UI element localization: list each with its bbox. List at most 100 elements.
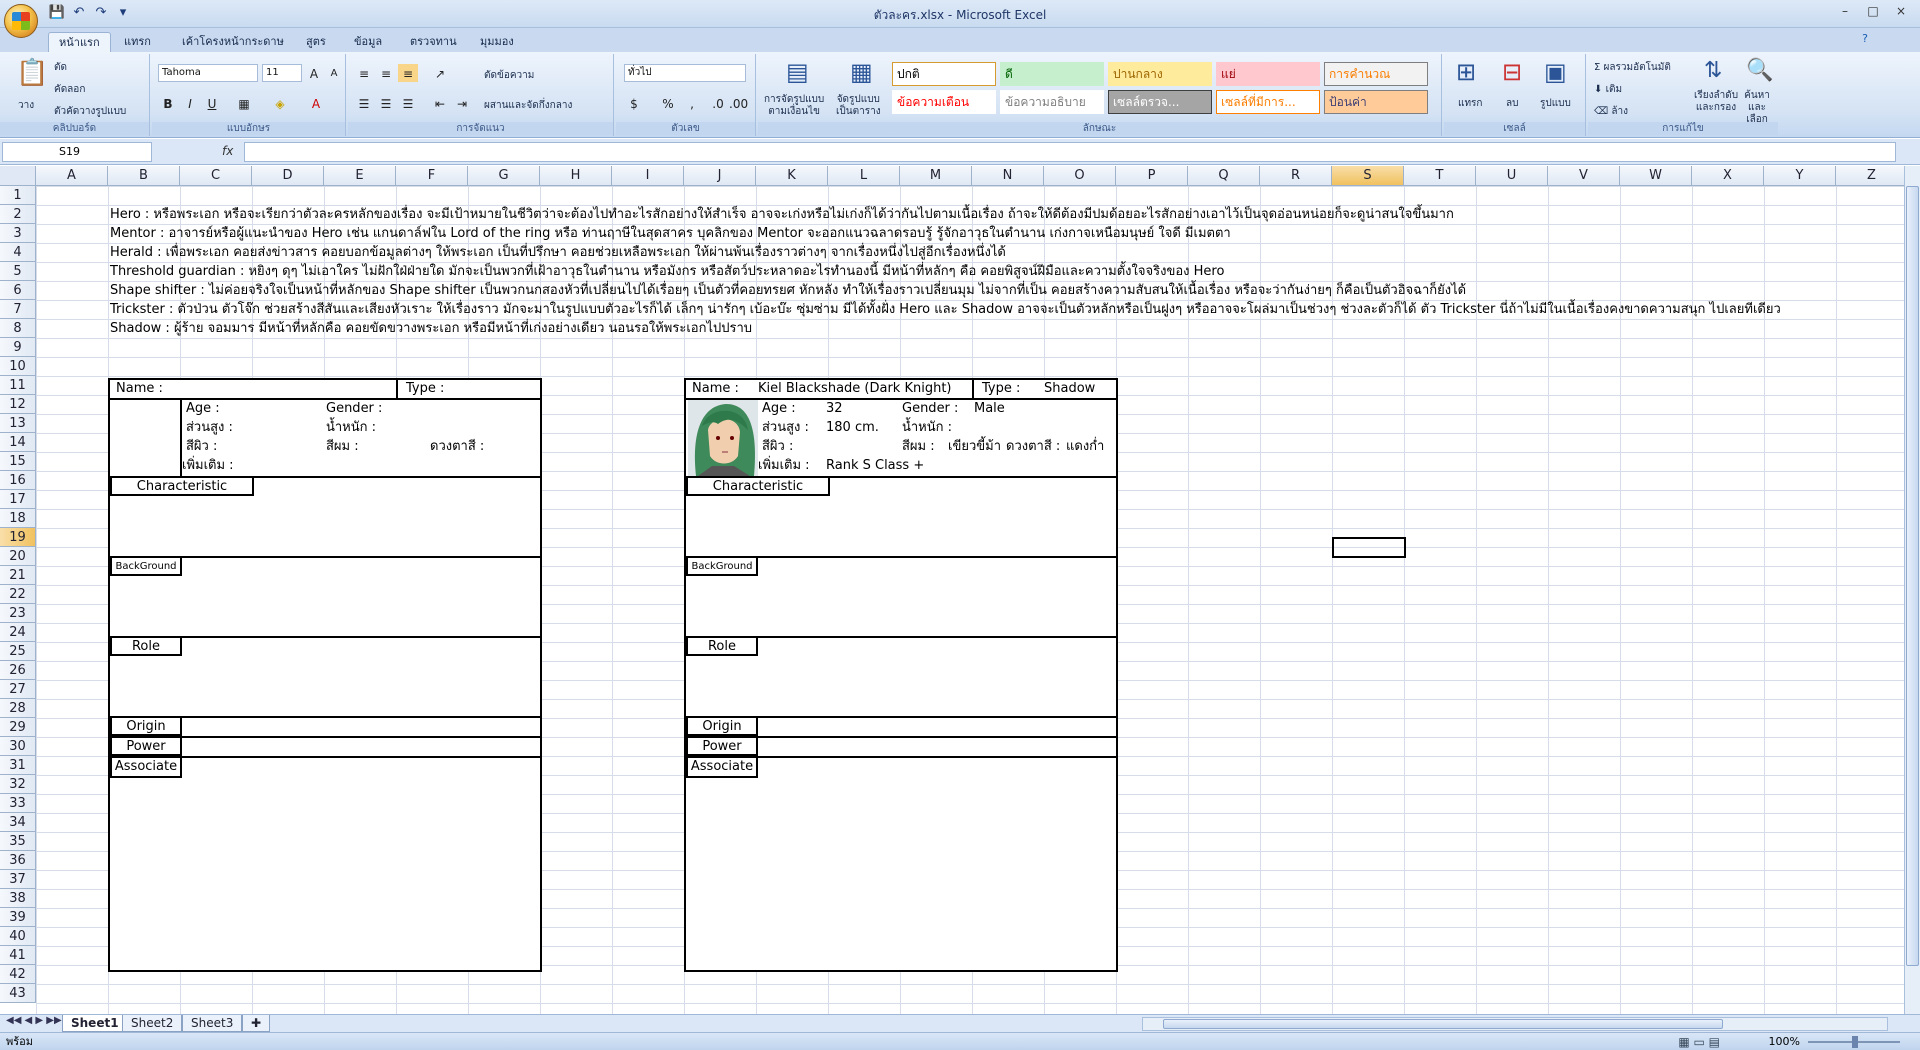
column-header[interactable]: D <box>252 166 324 186</box>
clear-button[interactable]: ⌫ ล้าง <box>1594 104 1628 119</box>
row-header[interactable]: 20 <box>0 547 36 566</box>
row-header[interactable]: 2 <box>0 205 36 224</box>
cell-style-item[interactable]: ข้อความเตือน <box>892 90 996 114</box>
increase-decimal-icon[interactable]: .0 <box>708 94 728 112</box>
conditional-format-button[interactable]: การจัดรูปแบบ ตามเงื่อนไข <box>764 94 824 118</box>
align-left-icon[interactable]: ☰ <box>354 94 374 112</box>
percent-button[interactable]: % <box>658 94 678 112</box>
sheet-tab-2[interactable]: Sheet2 <box>122 1015 183 1032</box>
column-header[interactable]: J <box>684 166 756 186</box>
conditional-format-icon[interactable]: ▤ <box>786 58 809 86</box>
tab-home[interactable]: หน้าแรก <box>48 32 111 52</box>
format-cells-icon[interactable]: ▣ <box>1544 58 1567 86</box>
row-header[interactable]: 19 <box>0 528 36 547</box>
column-header[interactable]: L <box>828 166 900 186</box>
cell-style-item[interactable]: เซลล์ตรวจ... <box>1108 90 1212 114</box>
italic-icon[interactable]: I <box>180 94 200 112</box>
column-header[interactable]: T <box>1404 166 1476 186</box>
row-header[interactable]: 17 <box>0 490 36 509</box>
column-header[interactable]: Z <box>1836 166 1904 186</box>
row-header[interactable]: 28 <box>0 699 36 718</box>
font-size-combo[interactable]: 11 <box>262 64 302 82</box>
vertical-scroll-thumb[interactable] <box>1906 186 1919 966</box>
fill-button[interactable]: ⬇ เติม <box>1594 82 1622 97</box>
cell-style-item[interactable]: ดี <box>1000 62 1104 86</box>
column-header[interactable]: G <box>468 166 540 186</box>
cell-style-item[interactable]: ปกติ <box>892 62 996 86</box>
tab-review[interactable]: ตรวจทาน <box>400 32 467 52</box>
increase-indent-icon[interactable]: ⇥ <box>452 94 472 112</box>
row-header[interactable]: 8 <box>0 319 36 338</box>
row-header[interactable]: 40 <box>0 927 36 946</box>
paste-icon[interactable]: 📋 <box>16 58 48 88</box>
row-header[interactable]: 5 <box>0 262 36 281</box>
column-header[interactable]: R <box>1260 166 1332 186</box>
column-header[interactable]: K <box>756 166 828 186</box>
formula-input[interactable] <box>244 142 1896 162</box>
row-header[interactable]: 15 <box>0 452 36 471</box>
sheet-nav-icon[interactable]: ◀◀ ◀ ▶ ▶▶ <box>6 1015 62 1026</box>
name-box[interactable]: S19 <box>2 142 152 162</box>
column-header[interactable]: N <box>972 166 1044 186</box>
horizontal-scroll-thumb[interactable] <box>1163 1019 1723 1029</box>
zoom-level[interactable]: 100% <box>1769 1033 1800 1050</box>
insert-function-button[interactable]: fx <box>222 144 233 158</box>
sheet-tab-3[interactable]: Sheet3 <box>182 1015 243 1032</box>
insert-cells-button[interactable]: แทรก <box>1458 96 1482 111</box>
column-header[interactable]: P <box>1116 166 1188 186</box>
wrap-text-button[interactable]: ตัดข้อความ <box>484 68 534 83</box>
orientation-icon[interactable]: ↗ <box>430 64 450 82</box>
zoom-slider-knob[interactable] <box>1852 1036 1858 1048</box>
row-header[interactable]: 9 <box>0 338 36 357</box>
row-header[interactable]: 25 <box>0 642 36 661</box>
column-header[interactable]: C <box>180 166 252 186</box>
column-header[interactable]: U <box>1476 166 1548 186</box>
border-icon[interactable]: ▦ <box>234 94 254 112</box>
cut-button[interactable]: ตัด <box>54 60 67 75</box>
select-all-corner[interactable] <box>0 166 36 186</box>
row-header[interactable]: 16 <box>0 471 36 490</box>
sort-filter-button[interactable]: เรียงลำดับ และกรอง <box>1694 90 1738 114</box>
cell-style-item[interactable]: การคำนวณ <box>1324 62 1428 86</box>
vertical-scrollbar[interactable] <box>1904 166 1920 1014</box>
autosum-button[interactable]: Σ ผลรวมอัตโนมัติ <box>1594 60 1671 75</box>
column-header[interactable]: W <box>1620 166 1692 186</box>
cell-style-item[interactable]: ข้อความอธิบาย <box>1000 90 1104 114</box>
tab-formulas[interactable]: สูตร <box>296 32 336 52</box>
tab-page-layout[interactable]: เค้าโครงหน้ากระดาษ <box>172 32 294 52</box>
column-header[interactable]: B <box>108 166 180 186</box>
column-header[interactable]: A <box>36 166 108 186</box>
row-header[interactable]: 38 <box>0 889 36 908</box>
row-header[interactable]: 23 <box>0 604 36 623</box>
column-header[interactable]: X <box>1692 166 1764 186</box>
format-cells-button[interactable]: รูปแบบ <box>1540 96 1571 111</box>
row-header[interactable]: 27 <box>0 680 36 699</box>
fill-color-icon[interactable]: ◈ <box>270 94 290 112</box>
column-header[interactable]: O <box>1044 166 1116 186</box>
column-header[interactable]: V <box>1548 166 1620 186</box>
row-header[interactable]: 12 <box>0 395 36 414</box>
shrink-font-icon[interactable]: A <box>324 64 344 82</box>
row-header[interactable]: 31 <box>0 756 36 775</box>
align-right-icon[interactable]: ☰ <box>398 94 418 112</box>
row-header[interactable]: 7 <box>0 300 36 319</box>
comma-button[interactable]: , <box>682 94 702 112</box>
column-header[interactable]: I <box>612 166 684 186</box>
underline-icon[interactable]: U <box>202 94 222 112</box>
decrease-indent-icon[interactable]: ⇤ <box>430 94 450 112</box>
row-header[interactable]: 41 <box>0 946 36 965</box>
row-header[interactable]: 1 <box>0 186 36 205</box>
column-header[interactable]: E <box>324 166 396 186</box>
delete-cells-icon[interactable]: ⊟ <box>1502 58 1522 86</box>
row-header[interactable]: 26 <box>0 661 36 680</box>
align-center-icon[interactable]: ☰ <box>376 94 396 112</box>
currency-icon[interactable]: $ <box>624 94 644 112</box>
column-header[interactable]: M <box>900 166 972 186</box>
insert-cells-icon[interactable]: ⊞ <box>1456 58 1476 86</box>
decrease-decimal-icon[interactable]: .00 <box>728 94 748 112</box>
bold-icon[interactable]: B <box>158 94 178 112</box>
row-header[interactable]: 18 <box>0 509 36 528</box>
row-header[interactable]: 11 <box>0 376 36 395</box>
column-header[interactable]: H <box>540 166 612 186</box>
row-header[interactable]: 35 <box>0 832 36 851</box>
